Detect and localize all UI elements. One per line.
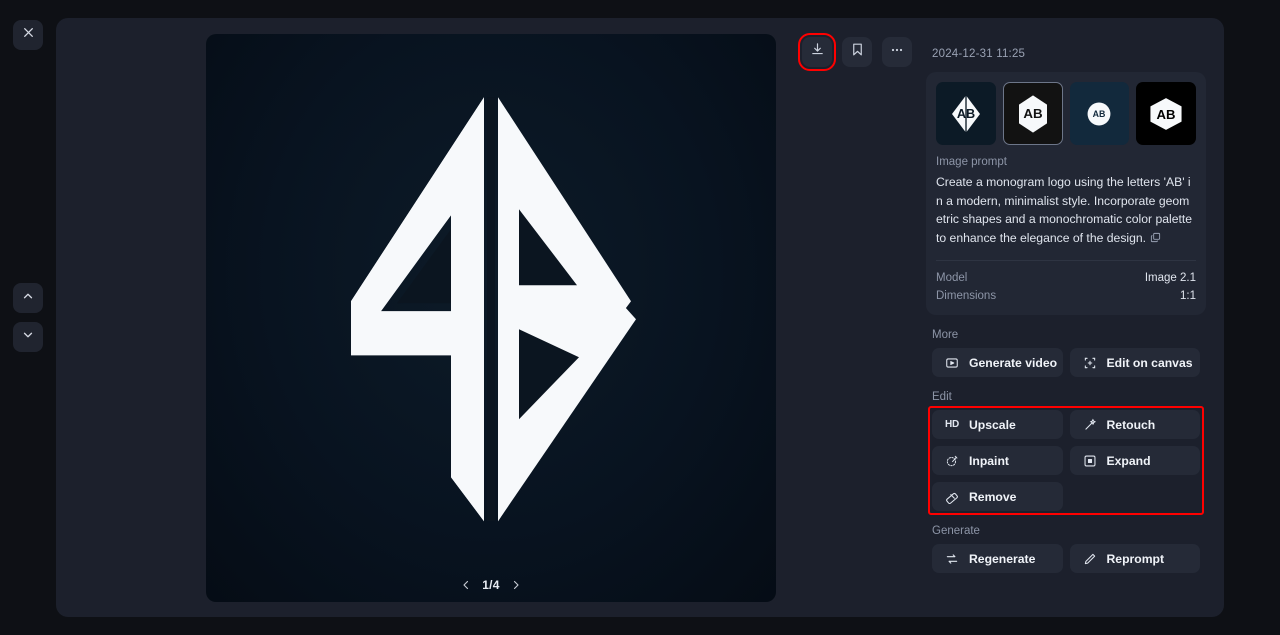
action-label: Edit on canvas <box>1106 355 1193 370</box>
inpaint-button[interactable]: Inpaint <box>932 446 1063 475</box>
action-label: Upscale <box>969 417 1016 432</box>
prompt-label: Image prompt <box>936 156 1007 168</box>
thumbnail-2[interactable]: AB <box>1002 82 1063 145</box>
svg-text:AB: AB <box>1157 106 1176 121</box>
section-title-edit: Edit <box>932 391 952 403</box>
action-label: Remove <box>969 489 1017 504</box>
chevron-up-icon <box>21 289 35 308</box>
meta-value: 1:1 <box>1180 290 1196 302</box>
action-label: Reprompt <box>1106 551 1165 566</box>
crop-frame-icon <box>1082 356 1098 370</box>
image-pager: 1/4 <box>206 578 776 592</box>
meta-row-dimensions: Dimensions 1:1 <box>936 287 1196 305</box>
hd-icon: HD <box>944 419 960 430</box>
created-timestamp: 2024-12-31 11:25 <box>932 48 1026 60</box>
remove-button[interactable]: Remove <box>932 482 1063 511</box>
thumbnail-3[interactable]: AB <box>1069 82 1130 145</box>
refresh-icon <box>944 552 960 566</box>
close-button[interactable] <box>13 20 43 50</box>
ab-monogram-artwork <box>351 97 636 522</box>
edit-on-canvas-button[interactable]: Edit on canvas <box>1069 348 1200 377</box>
prompt-text-block: Create a monogram logo using the letters… <box>936 173 1196 248</box>
edit-actions-region: HD Upscale Retouch Inpaint Expand Remove <box>926 406 1206 515</box>
meta-row-model: Model Image 2.1 <box>936 269 1196 287</box>
image-toolbar <box>798 33 912 71</box>
download-icon <box>810 42 825 62</box>
section-title-more: More <box>932 329 959 341</box>
expand-button[interactable]: Expand <box>1069 446 1200 475</box>
thumbnail-4[interactable]: AB <box>1136 82 1196 145</box>
video-frame-icon <box>944 356 960 370</box>
expand-frame-icon <box>1082 454 1098 468</box>
eraser-icon <box>944 490 960 504</box>
meta-key: Dimensions <box>936 290 997 302</box>
thumbnail-1[interactable]: AB <box>936 82 996 145</box>
image-info-card: AB AB AB AB Image prompt Create a monogr… <box>926 72 1206 315</box>
generate-video-button[interactable]: Generate video <box>932 348 1063 377</box>
details-sidebar: 2024-12-31 11:25 AB AB AB AB Image promp… <box>920 30 1212 605</box>
retouch-button[interactable]: Retouch <box>1069 410 1200 439</box>
svg-text:AB: AB <box>1023 106 1043 121</box>
next-item-button[interactable] <box>13 322 43 352</box>
action-label: Expand <box>1106 453 1151 468</box>
edit-actions-grid: HD Upscale Retouch Inpaint Expand Remove <box>926 410 1206 511</box>
action-label: Retouch <box>1106 417 1156 432</box>
upscale-button[interactable]: HD Upscale <box>932 410 1063 439</box>
generate-actions-grid: Regenerate Reprompt <box>926 544 1206 573</box>
svg-text:AB: AB <box>957 107 975 121</box>
ellipsis-icon <box>889 42 905 63</box>
chevron-down-icon <box>21 328 35 347</box>
svg-text:AB: AB <box>1093 109 1106 119</box>
pager-label: 1/4 <box>482 578 500 592</box>
pencil-icon <box>1082 552 1098 566</box>
action-label: Regenerate <box>969 551 1036 566</box>
close-icon <box>22 26 35 44</box>
image-stage: 1/4 <box>206 34 776 602</box>
main-panel: 1/4 2024-12-31 11:25 AB AB AB AB Image p… <box>56 18 1224 617</box>
brush-circle-icon <box>944 454 960 468</box>
section-title-generate: Generate <box>932 525 980 537</box>
action-label: Inpaint <box>969 453 1009 468</box>
previous-item-button[interactable] <box>13 283 43 313</box>
bookmark-button[interactable] <box>842 37 872 67</box>
variation-thumbnails: AB AB AB AB <box>936 82 1196 145</box>
magic-wand-icon <box>1082 418 1098 432</box>
more-options-button[interactable] <box>882 37 912 67</box>
copy-icon[interactable] <box>1150 230 1161 249</box>
meta-value: Image 2.1 <box>1144 272 1196 284</box>
pager-next-button[interactable] <box>510 579 522 591</box>
meta-key: Model <box>936 272 968 284</box>
info-divider <box>936 260 1196 261</box>
bookmark-icon <box>850 42 865 62</box>
more-actions-grid: Generate video Edit on canvas <box>926 348 1206 377</box>
pager-prev-button[interactable] <box>460 579 472 591</box>
reprompt-button[interactable]: Reprompt <box>1069 544 1200 573</box>
generated-image[interactable]: 1/4 <box>206 34 776 602</box>
action-label: Generate video <box>969 355 1058 370</box>
download-button[interactable] <box>798 33 836 71</box>
image-detail-view: 1/4 2024-12-31 11:25 AB AB AB AB Image p… <box>0 0 1280 635</box>
regenerate-button[interactable]: Regenerate <box>932 544 1063 573</box>
